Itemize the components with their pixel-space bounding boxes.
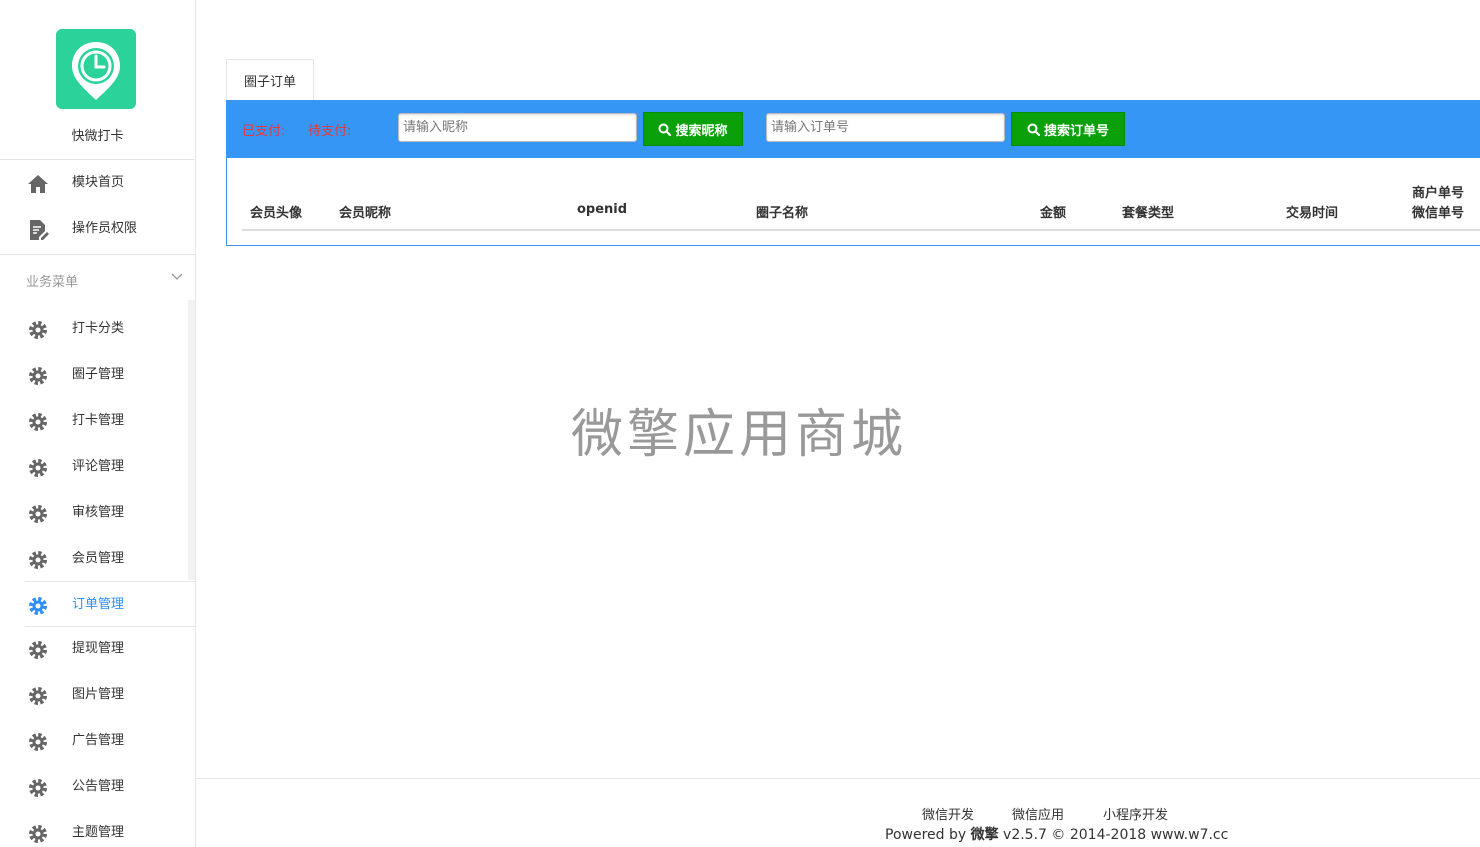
sidebar-item-label: 审核管理: [72, 505, 125, 520]
sidebar-item-checkin-category[interactable]: 打卡分类: [0, 306, 190, 352]
powered-brand[interactable]: 微擎: [971, 827, 999, 843]
orders-panel: 已支付: 待支付: 搜索昵称 搜索订单号 会员头像 会员昵称 openid 圈子…: [226, 100, 1480, 246]
gear-icon: [29, 321, 47, 339]
gear-icon: [29, 733, 47, 751]
column-header-package-type: 套餐类型: [1122, 206, 1175, 221]
search-icon: [658, 123, 672, 136]
sidebar-item-operator-permission[interactable]: 操作员权限: [0, 206, 190, 252]
app-logo: [56, 29, 136, 109]
gear-icon: [29, 505, 47, 523]
sidebar: 快微打卡 模块首页 操作员权限 业务菜单 打卡分类 圈子管理 打卡管理 评论管理: [0, 0, 196, 847]
column-header-amount: 金额: [1040, 206, 1067, 221]
gear-icon: [29, 551, 47, 569]
sidebar-item-label: 打卡分类: [72, 321, 125, 336]
footer-link-wechat-dev[interactable]: 微信开发: [922, 804, 974, 823]
column-header-openid: openid: [577, 202, 628, 217]
section-title: 业务菜单: [26, 275, 79, 290]
gear-icon: [29, 641, 47, 659]
gear-icon: [29, 413, 47, 431]
gear-icon: [29, 367, 47, 385]
sidebar-item-label: 圈子管理: [72, 367, 125, 382]
sidebar-item-home[interactable]: 模块首页: [0, 160, 190, 206]
sidebar-item-member-management[interactable]: 会员管理: [0, 536, 190, 582]
sidebar-item-theme-management[interactable]: 主题管理: [0, 810, 190, 847]
footer-link-wechat-apps[interactable]: 微信应用: [1012, 804, 1064, 823]
gear-icon: [29, 597, 47, 615]
filter-bar: 已支付: 待支付: 搜索昵称 搜索订单号: [227, 101, 1480, 158]
search-order-number-label: 搜索订单号: [1043, 123, 1109, 139]
sidebar-item-image-management[interactable]: 图片管理: [0, 672, 190, 718]
divider: [0, 254, 195, 255]
gear-icon: [29, 825, 47, 843]
footer-link-miniprogram-dev[interactable]: 小程序开发: [1103, 804, 1168, 823]
nickname-search-input[interactable]: [398, 113, 637, 142]
sidebar-item-label: 提现管理: [72, 641, 125, 656]
gear-icon: [29, 459, 47, 477]
order-number-search-input[interactable]: [766, 113, 1005, 142]
footer-copyright: Powered by 微擎 v2.5.7 © 2014-2018 www.w7.…: [885, 824, 1228, 844]
home-icon: [28, 175, 48, 193]
search-nickname-button[interactable]: 搜索昵称: [643, 112, 743, 146]
column-header-wechat-order-no: 微信单号: [1412, 206, 1465, 221]
sidebar-item-label: 操作员权限: [72, 221, 138, 236]
column-header-trade-time: 交易时间: [1286, 206, 1339, 221]
gear-icon: [29, 779, 47, 797]
sidebar-item-label: 订单管理: [72, 597, 125, 612]
sidebar-item-label: 评论管理: [72, 459, 125, 474]
sidebar-item-review-management[interactable]: 审核管理: [0, 490, 190, 536]
sidebar-item-label: 打卡管理: [72, 413, 125, 428]
column-header-nickname: 会员昵称: [339, 206, 392, 221]
sidebar-item-checkin-management[interactable]: 打卡管理: [0, 398, 190, 444]
search-icon: [1027, 123, 1040, 136]
sidebar-item-label: 图片管理: [72, 687, 125, 702]
sidebar-item-label: 模块首页: [72, 175, 125, 190]
column-header-avatar: 会员头像: [250, 206, 303, 221]
sidebar-item-label: 会员管理: [72, 551, 125, 566]
chevron-down-icon[interactable]: [170, 270, 184, 284]
sidebar-item-label: 主题管理: [72, 825, 125, 840]
sidebar-item-label: 广告管理: [72, 733, 125, 748]
gear-icon: [29, 687, 47, 705]
column-header-merchant-order-no: 商户单号: [1412, 186, 1465, 201]
filter-pending-label[interactable]: 待支付:: [308, 120, 351, 139]
sidebar-item-circle-management[interactable]: 圈子管理: [0, 352, 190, 398]
app-name: 快微打卡: [71, 129, 124, 144]
sidebar-item-order-management[interactable]: 订单管理: [25, 581, 195, 627]
filter-paid-label[interactable]: 已支付:: [242, 120, 285, 139]
orders-table-header: 会员头像 会员昵称 openid 圈子名称 金额 套餐类型 交易时间 商户单号 …: [242, 159, 1480, 231]
column-header-circle-name: 圈子名称: [756, 206, 809, 221]
location-clock-icon: [72, 42, 120, 100]
sidebar-item-label: 公告管理: [72, 779, 125, 794]
tab-circle-orders[interactable]: 圈子订单: [226, 59, 314, 101]
sidebar-item-comment-management[interactable]: 评论管理: [0, 444, 190, 490]
logo-area: 快微打卡: [0, 0, 195, 160]
search-nickname-label: 搜索昵称: [675, 123, 728, 139]
powered-prefix: Powered by: [885, 827, 971, 843]
watermark: 微擎应用商城: [571, 405, 908, 465]
sidebar-item-notice-management[interactable]: 公告管理: [0, 764, 190, 810]
sidebar-item-withdraw-management[interactable]: 提现管理: [0, 626, 190, 672]
powered-suffix: v2.5.7 © 2014-2018 www.w7.cc: [998, 827, 1229, 843]
footer-divider: [196, 778, 1480, 779]
document-edit-icon: [30, 220, 49, 240]
search-order-number-button[interactable]: 搜索订单号: [1011, 112, 1125, 146]
sidebar-item-ad-management[interactable]: 广告管理: [0, 718, 190, 764]
